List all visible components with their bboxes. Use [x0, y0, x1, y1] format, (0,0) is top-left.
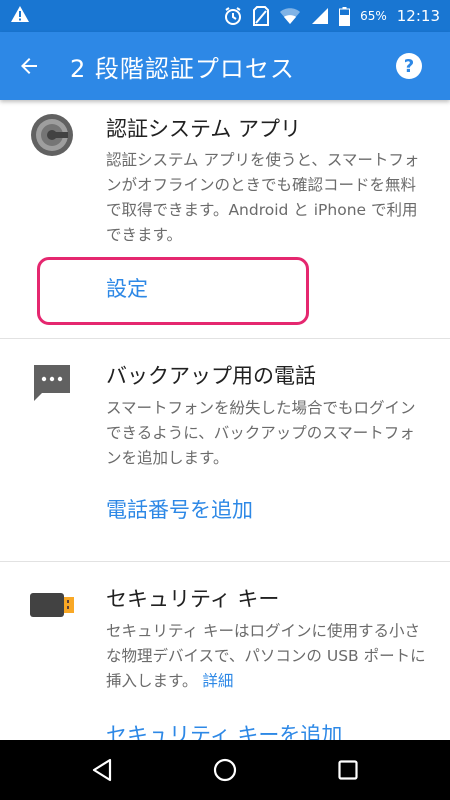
- arrow-back-icon: [21, 58, 37, 74]
- backup-phone-section: バックアップ用の電話 スマートフォンを紛失した場合でもログインできるように、バッ…: [0, 338, 450, 563]
- back-button[interactable]: [0, 32, 58, 100]
- learn-more-link[interactable]: 詳細: [202, 672, 233, 690]
- nav-recents-button[interactable]: [318, 740, 378, 800]
- add-phone-link[interactable]: 電話番号を追加: [106, 494, 253, 524]
- security-key-title: セキュリティ キー: [106, 587, 280, 611]
- help-button[interactable]: ?: [396, 53, 422, 79]
- authenticator-title: 認証システム アプリ: [106, 117, 302, 141]
- back-triangle-icon: [92, 758, 111, 782]
- help-icon: ?: [403, 55, 415, 77]
- nav-home-button[interactable]: [195, 740, 255, 800]
- page-title: 2 段階認証プロセス: [70, 54, 295, 83]
- app-bar: 2 段階認証プロセス ?: [0, 32, 450, 100]
- battery-icon: [339, 6, 351, 26]
- home-circle-icon: [213, 758, 237, 782]
- main-content: 認証システム アプリ 認証システム アプリを使うと、スマートフォンがオフラインの…: [0, 100, 450, 740]
- status-bar: 65% 12:13: [0, 0, 450, 32]
- security-key-section: セキュリティ キー セキュリティ キーはログインに使用する小さな物理デバイスで、…: [0, 561, 450, 740]
- add-security-key-link[interactable]: セキュリティ キーを追加: [106, 719, 342, 740]
- security-key-description: セキュリティ キーはログインに使用する小さな物理デバイスで、パソコンの USB …: [106, 619, 426, 694]
- status-right: 65% 12:13: [223, 6, 440, 26]
- backup-phone-title: バックアップ用の電話: [106, 364, 316, 388]
- wifi-icon: [279, 7, 301, 25]
- highlight-annotation: [37, 257, 309, 325]
- no-sim-icon: [253, 6, 270, 26]
- security-key-icon: [30, 592, 76, 622]
- recents-square-icon: [338, 760, 358, 780]
- battery-percent: 65%: [360, 9, 387, 23]
- alarm-icon: [223, 6, 243, 26]
- clock: 12:13: [396, 7, 440, 25]
- status-left: [10, 5, 30, 27]
- authenticator-icon: [30, 113, 74, 161]
- nav-back-button[interactable]: [72, 740, 132, 800]
- backup-phone-description: スマートフォンを紛失した場合でもログインできるように、バックアップのスマートフォ…: [106, 399, 416, 467]
- security-key-desc-text: セキュリティ キーはログインに使用する小さな物理デバイスで、パソコンの USB …: [106, 622, 426, 690]
- message-icon: [32, 363, 72, 407]
- warning-icon: [10, 5, 30, 27]
- signal-icon: [311, 7, 329, 25]
- navigation-bar: [0, 740, 450, 800]
- authenticator-description: 認証システム アプリを使うと、スマートフォンがオフラインのときでも確認コードを無…: [106, 151, 420, 244]
